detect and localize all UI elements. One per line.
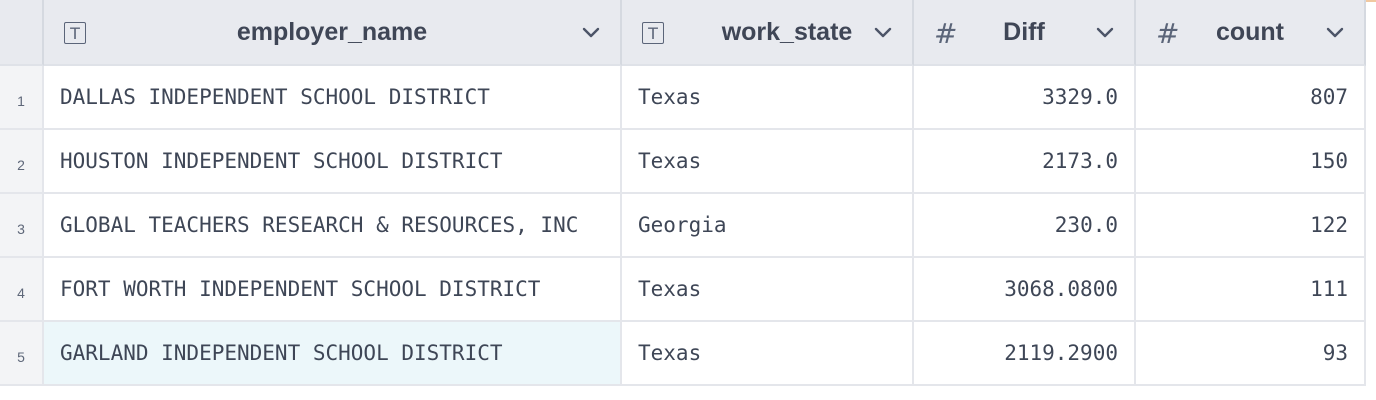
row-index-header	[0, 0, 44, 66]
column-header-diff[interactable]: # Diff	[914, 0, 1136, 66]
cell-work-state[interactable]: Texas	[622, 258, 914, 322]
header-row: T employer_name T work_state # Diff # co…	[0, 0, 1366, 66]
cell-employer-name[interactable]: FORT WORTH INDEPENDENT SCHOOL DISTRICT	[44, 258, 622, 322]
data-grid: T employer_name T work_state # Diff # co…	[0, 0, 1366, 386]
table-row[interactable]: 4 FORT WORTH INDEPENDENT SCHOOL DISTRICT…	[0, 258, 1366, 322]
chevron-down-icon[interactable]	[874, 24, 892, 42]
row-index: 1	[0, 66, 44, 130]
table-row[interactable]: 2 HOUSTON INDEPENDENT SCHOOL DISTRICT Te…	[0, 130, 1366, 194]
cell-count[interactable]: 150	[1136, 130, 1366, 194]
cell-employer-name[interactable]: DALLAS INDEPENDENT SCHOOL DISTRICT	[44, 66, 622, 130]
row-index: 4	[0, 258, 44, 322]
table-row[interactable]: 3 GLOBAL TEACHERS RESEARCH & RESOURCES, …	[0, 194, 1366, 258]
cell-diff[interactable]: 3329.0	[914, 66, 1136, 130]
cell-work-state[interactable]: Texas	[622, 322, 914, 386]
cell-work-state[interactable]: Georgia	[622, 194, 914, 258]
row-index: 3	[0, 194, 44, 258]
cell-count[interactable]: 93	[1136, 322, 1366, 386]
cell-diff[interactable]: 230.0	[914, 194, 1136, 258]
cell-count[interactable]: 122	[1136, 194, 1366, 258]
row-index: 5	[0, 322, 44, 386]
table-row[interactable]: 5 GARLAND INDEPENDENT SCHOOL DISTRICT Te…	[0, 322, 1366, 386]
cell-employer-name-selected[interactable]: GARLAND INDEPENDENT SCHOOL DISTRICT	[44, 322, 622, 386]
cell-count[interactable]: 111	[1136, 258, 1366, 322]
chevron-down-icon[interactable]	[582, 24, 600, 42]
cell-diff[interactable]: 2119.2900	[914, 322, 1136, 386]
column-header-employer-name[interactable]: T employer_name	[44, 0, 622, 66]
cell-employer-name[interactable]: HOUSTON INDEPENDENT SCHOOL DISTRICT	[44, 130, 622, 194]
table-row[interactable]: 1 DALLAS INDEPENDENT SCHOOL DISTRICT Tex…	[0, 66, 1366, 130]
column-header-count[interactable]: # count	[1136, 0, 1366, 66]
cell-diff[interactable]: 2173.0	[914, 130, 1136, 194]
cell-work-state[interactable]: Texas	[622, 130, 914, 194]
text-type-icon: T	[642, 22, 664, 44]
chevron-down-icon[interactable]	[1096, 24, 1114, 42]
cell-count[interactable]: 807	[1136, 66, 1366, 130]
row-index: 2	[0, 130, 44, 194]
chevron-down-icon[interactable]	[1326, 24, 1344, 42]
cell-employer-name[interactable]: GLOBAL TEACHERS RESEARCH & RESOURCES, IN…	[44, 194, 622, 258]
column-header-label: employer_name	[236, 17, 428, 46]
cell-diff[interactable]: 3068.0800	[914, 258, 1136, 322]
cell-work-state[interactable]: Texas	[622, 66, 914, 130]
column-header-work-state[interactable]: T work_state	[622, 0, 914, 66]
